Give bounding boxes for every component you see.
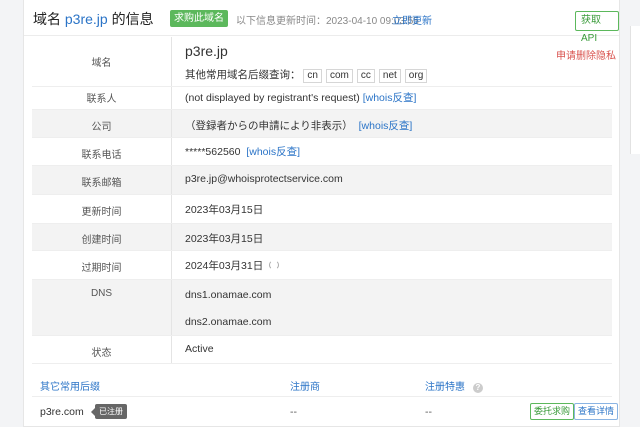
label-updated: 更新时间 xyxy=(81,207,122,218)
whois-link-company[interactable]: [whois反查] xyxy=(359,120,413,132)
other-suffix-header: 其它常用后缀 注册商 注册特惠? xyxy=(32,372,612,397)
email-value: p3re.jp@whoisprotectservice.com xyxy=(185,173,343,185)
other-registrar: -- xyxy=(290,406,297,418)
row-expires: 过期时间 2024年03月31日 xyxy=(32,251,612,280)
label-created: 创建时间 xyxy=(81,235,122,246)
suffix-cc[interactable]: cc xyxy=(356,69,375,83)
info-table: 域名 p3re.jp 申请删除隐私 其他常用域名后缀查询： cn com cc net… xyxy=(32,37,616,364)
created-value: 2023年03月15日 xyxy=(185,233,264,245)
phone-value: *****562560 [whois反查] xyxy=(185,146,300,158)
label-email: 联系邮箱 xyxy=(81,178,122,189)
col-special: 注册特惠? xyxy=(425,378,483,393)
entrust-buy-button[interactable]: 委托求购 xyxy=(530,403,575,420)
suffix-org[interactable]: org xyxy=(404,69,428,83)
domain-value: p3re.jp xyxy=(185,43,228,59)
row-phone: 联系电话 *****562560 [whois反查] xyxy=(32,138,612,166)
row-dns: DNS dns1.onamae.com dns2.onamae.com xyxy=(32,280,612,336)
label-company: 公司 xyxy=(91,122,112,133)
contact-value: (not displayed by registrant's request) … xyxy=(185,92,417,104)
company-value: （登録者からの申請により非表示） [whois反查] xyxy=(185,120,413,132)
title-domain: p3re.jp xyxy=(64,11,108,27)
col-suffix: 其它常用后缀 xyxy=(40,382,100,393)
page-title: 域名 p3re.jp 的信息 xyxy=(33,11,154,27)
delete-privacy-link[interactable]: 申请删除隐私 xyxy=(556,47,616,62)
row-company: 公司 （登録者からの申請により非表示） [whois反查] xyxy=(32,110,612,138)
buy-domain-button[interactable]: 求购此域名 xyxy=(170,10,228,27)
help-icon[interactable]: ? xyxy=(473,383,483,393)
suffix-cn[interactable]: cn xyxy=(303,69,322,83)
suffix-prompt: 其他常用域名后缀查询： xyxy=(185,69,301,81)
label-dns: DNS xyxy=(90,288,113,299)
domain-info-card: 域名 p3re.jp 的信息 求购此域名 以下信息更新时间：2023-04-10… xyxy=(23,0,620,427)
suffix-query: 其他常用域名后缀查询： cn com cc net org xyxy=(185,67,431,83)
label-expires: 过期时间 xyxy=(81,263,122,274)
other-domain-name[interactable]: p3re.com xyxy=(40,406,84,418)
row-contact: 联系人 (not displayed by registrant's reque… xyxy=(32,87,612,110)
get-api-button[interactable]: 获取API xyxy=(575,11,619,44)
label-contact: 联系人 xyxy=(86,94,117,105)
dns-2: dns2.onamae.com xyxy=(185,316,272,328)
row-updated: 更新时间 2023年03月15日 xyxy=(32,195,612,224)
row-email: 联系邮箱 p3re.jp@whoisprotectservice.com xyxy=(32,166,612,195)
label-phone: 联系电话 xyxy=(81,150,122,161)
whois-link-phone[interactable]: [whois反查] xyxy=(246,146,300,158)
row-domain: 域名 p3re.jp 申请删除隐私 其他常用域名后缀查询： cn com cc net… xyxy=(32,37,616,87)
col-registrar: 注册商 xyxy=(290,382,320,393)
suffix-net[interactable]: net xyxy=(378,69,401,83)
updated-value: 2023年03月15日 xyxy=(185,204,264,216)
dns-1: dns1.onamae.com xyxy=(185,289,272,301)
registered-badge: 已注册 xyxy=(91,404,127,419)
whois-link-contact[interactable]: [whois反查] xyxy=(363,92,417,104)
label-status: 状态 xyxy=(91,348,112,359)
status-value: Active xyxy=(185,343,214,355)
header: 域名 p3re.jp 的信息 求购此域名 以下信息更新时间：2023-04-10… xyxy=(24,0,619,44)
view-detail-button[interactable]: 查看详情 xyxy=(574,403,619,420)
expires-value: 2024年03月31日 xyxy=(185,258,280,273)
suffix-com[interactable]: com xyxy=(325,69,353,83)
row-created: 创建时间 2023年03月15日 xyxy=(32,224,612,251)
refresh-link[interactable]: 立即更新 xyxy=(392,12,432,27)
row-status: 状态 Active xyxy=(32,336,612,364)
label-domain: 域名 xyxy=(91,58,112,69)
side-panel-edge xyxy=(630,26,640,154)
other-special: -- xyxy=(425,406,432,418)
refresh-icon[interactable] xyxy=(269,260,280,270)
table-row: p3re.com 已注册 -- -- 委托求购 查看详情 xyxy=(32,398,619,427)
